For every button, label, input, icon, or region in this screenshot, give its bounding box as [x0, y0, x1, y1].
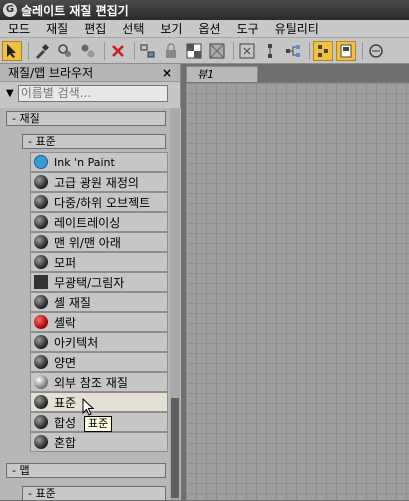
search-row: ▼: [0, 82, 180, 104]
material-swatch-icon: [34, 395, 48, 409]
group-materials[interactable]: - 재질: [6, 111, 166, 126]
dropdown-arrow-icon[interactable]: ▼: [6, 88, 14, 99]
list-item[interactable]: Ink 'n Paint: [30, 152, 168, 172]
browser-header: 재질/맵 브라우저 ×: [0, 64, 180, 82]
menu-select[interactable]: 선택: [114, 20, 152, 37]
material-swatch-icon: [34, 195, 48, 209]
list-item-label: 셸락: [54, 315, 77, 330]
search-input[interactable]: [17, 84, 168, 102]
toolbar-separator: [104, 41, 105, 60]
show-icon[interactable]: [313, 40, 333, 61]
material-swatch-icon: [34, 355, 48, 369]
list-item[interactable]: 표준: [30, 392, 168, 412]
material-swatch-icon: [34, 335, 48, 349]
menu-edit[interactable]: 편집: [76, 20, 114, 37]
list-item-label: 혼합: [54, 435, 77, 450]
scrollbar-thumb[interactable]: [171, 398, 179, 498]
put-to-scene-icon[interactable]: [55, 41, 75, 61]
menu-mode[interactable]: 모드: [0, 20, 38, 37]
list-item-label: 외부 참조 재질: [54, 375, 128, 390]
mouse-cursor-icon: [82, 398, 95, 416]
toolbar-separator: [134, 41, 135, 60]
subgroup-standard[interactable]: - 표준: [22, 134, 166, 149]
material-swatch-icon: [34, 415, 48, 429]
browser-scrollbar[interactable]: [170, 108, 180, 500]
hierarchy-icon[interactable]: [283, 41, 303, 61]
material-swatch-icon: [34, 275, 48, 289]
toolbar-separator: [362, 41, 363, 60]
material-swatch-icon: [34, 155, 48, 169]
list-item-label: 다중/하위 오브젝트: [54, 195, 151, 210]
browser-tree: - 재질 - 표준 Ink 'n Paint 고급 광원 재정의 다중/하위 오…: [0, 108, 181, 501]
list-item[interactable]: 셸락: [30, 312, 168, 332]
material-swatch-icon: [34, 295, 48, 309]
menu-utilities[interactable]: 유틸리티: [267, 20, 327, 37]
material-map-browser: 재질/맵 브라우저 × ▼ - 재질 - 표준 Ink 'n Paint 고급 …: [0, 64, 181, 501]
tab-view1[interactable]: 뷰1: [186, 66, 258, 82]
material-swatch-icon: [34, 235, 48, 249]
material-swatch-icon: [34, 215, 48, 229]
view-canvas[interactable]: [186, 82, 409, 500]
toolbar-separator: [309, 41, 310, 60]
toolbar-separator: [28, 41, 29, 60]
list-item-label: 고급 광원 재정의: [54, 175, 139, 190]
select-arrow-icon[interactable]: [2, 40, 22, 61]
window-title: 슬레이트 재질 편집기: [21, 3, 129, 18]
list-item[interactable]: 외부 참조 재질: [30, 372, 168, 392]
list-item[interactable]: 혼합: [30, 432, 168, 452]
move-children-icon[interactable]: [138, 41, 158, 61]
material-swatch-icon: [34, 175, 48, 189]
list-item-label: 아키텍처: [54, 335, 99, 350]
list-item-label: 레이트레이싱: [54, 215, 121, 230]
list-item-label: Ink 'n Paint: [54, 155, 115, 169]
menu-bar: 모드 재질 편집 선택 보기 옵션 도구 유틸리티: [0, 20, 409, 38]
list-item[interactable]: 양면: [30, 352, 168, 372]
delete-icon[interactable]: [108, 41, 128, 61]
list-item-label: 맨 위/맨 아래: [54, 235, 121, 250]
list-item-label: 합성: [54, 415, 77, 430]
menu-options[interactable]: 옵션: [190, 20, 228, 37]
material-swatch-icon: [34, 435, 48, 449]
close-icon[interactable]: ×: [162, 66, 172, 80]
list-item-label: 무광택/그림자: [54, 275, 125, 290]
app-logo-icon: G: [3, 3, 17, 17]
list-item-label: 표준: [54, 395, 77, 410]
group-maps[interactable]: - 맵: [6, 463, 166, 478]
background-icon[interactable]: [207, 41, 227, 61]
assign-icon[interactable]: [78, 41, 98, 61]
list-item[interactable]: 모퍼: [30, 252, 168, 272]
list-item[interactable]: 무광택/그림자: [30, 272, 168, 292]
browser-title: 재질/맵 브라우저: [8, 66, 94, 80]
material-swatch-icon: [34, 255, 48, 269]
menu-material[interactable]: 재질: [38, 20, 76, 37]
list-item-label: 모퍼: [54, 255, 77, 270]
tooltip: 표준: [84, 416, 113, 432]
menu-tools[interactable]: 도구: [229, 20, 267, 37]
list-item[interactable]: 다중/하위 오브젝트: [30, 192, 168, 212]
list-item-label: 셸 재질: [54, 295, 91, 310]
subgroup-maps-standard[interactable]: - 표준: [22, 486, 166, 501]
nav-icon[interactable]: [366, 41, 386, 61]
list-item[interactable]: 셸 재질: [30, 292, 168, 312]
layout-icon[interactable]: [260, 41, 280, 61]
lock-icon[interactable]: [161, 41, 181, 61]
list-item[interactable]: 맨 위/맨 아래: [30, 232, 168, 252]
toolbar-separator: [233, 41, 234, 60]
options-icon[interactable]: [336, 40, 356, 61]
toolbar: [0, 38, 409, 64]
list-item[interactable]: 아키텍처: [30, 332, 168, 352]
list-item[interactable]: 고급 광원 재정의: [30, 172, 168, 192]
eyedropper-icon[interactable]: [32, 41, 52, 61]
title-bar: G 슬레이트 재질 편집기: [0, 0, 409, 20]
list-item-label: 양면: [54, 355, 77, 370]
grid-icon[interactable]: [237, 41, 257, 61]
material-swatch-icon: [34, 315, 48, 329]
menu-view[interactable]: 보기: [152, 20, 190, 37]
material-swatch-icon: [34, 375, 48, 389]
checker-icon[interactable]: [184, 41, 204, 61]
list-item[interactable]: 레이트레이싱: [30, 212, 168, 232]
